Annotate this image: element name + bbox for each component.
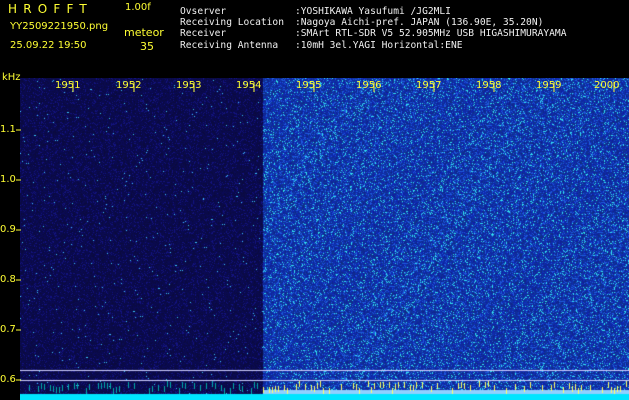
x-tick-label: 1955 bbox=[296, 80, 322, 91]
meteor-count: 35 bbox=[140, 40, 154, 53]
x-tick-label: 1954 bbox=[236, 80, 262, 91]
y-tick-label: 1.0 bbox=[0, 174, 16, 185]
x-tick-label: 1956 bbox=[356, 80, 382, 91]
y-tick-label: 0.6 bbox=[0, 374, 16, 385]
info-row-location: Receiving Location:Nagoya Aichi-pref. JA… bbox=[180, 17, 544, 29]
info-row-observer: Ovserver:YOSHIKAWA Yasufumi /JG2MLI bbox=[180, 6, 451, 17]
x-tick-label: 1957 bbox=[416, 80, 442, 91]
station-info: Ovserver:YOSHIKAWA Yasufumi /JG2MLI Rece… bbox=[180, 6, 566, 51]
x-tick-label: 1959 bbox=[536, 80, 562, 91]
y-tick-label: 0.8 bbox=[0, 274, 16, 285]
x-tick-label: 1951 bbox=[55, 80, 81, 91]
y-axis-unit: kHz bbox=[2, 72, 21, 83]
info-row-antenna: Receiving Antenna:10mH 3el.YAGI Horizont… bbox=[180, 39, 463, 51]
y-tick-label: 0.7 bbox=[0, 324, 16, 335]
app-title: HROFFT bbox=[8, 2, 93, 16]
datetime-label: 25.09.22 19:50 bbox=[10, 40, 87, 51]
filename-label: YY2509221950.png bbox=[10, 21, 109, 32]
info-row-receiver: Receiver:SMArt RTL-SDR V5 52.905MHz USB … bbox=[180, 28, 567, 40]
y-tick-label: 0.9 bbox=[0, 224, 16, 235]
x-tick-label: 1952 bbox=[116, 80, 142, 91]
version-label: 1.00f bbox=[125, 2, 151, 13]
axis-overlay bbox=[16, 82, 615, 381]
x-tick-label: 1958 bbox=[476, 80, 502, 91]
x-tick-label: 1953 bbox=[176, 80, 202, 91]
x-tick-label: 2000 bbox=[594, 80, 620, 91]
meteor-label: meteor bbox=[124, 26, 164, 39]
y-tick-label: 1.1 bbox=[0, 124, 16, 135]
